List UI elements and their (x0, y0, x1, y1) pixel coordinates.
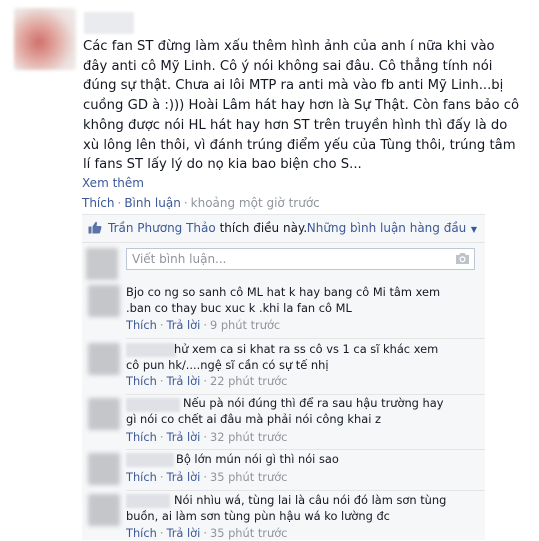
comment-reply-link[interactable]: Trả lời (166, 374, 200, 388)
comment-actions: Thích · Trả lời · 32 phút trước (126, 430, 287, 444)
comment-timestamp[interactable]: 35 phút trước (210, 526, 287, 540)
comment-actions: Thích · Trả lời · 35 phút trước (126, 470, 287, 484)
separator-dot: · (203, 526, 207, 540)
separator-dot: · (203, 430, 207, 444)
top-comments-dropdown[interactable]: Những bình luận hàng đầu ▼ (307, 221, 477, 235)
like-post-link[interactable]: Thích (82, 196, 114, 210)
separator-dot: · (159, 526, 164, 540)
post-timestamp[interactable]: khoảng một giờ trước (191, 196, 320, 210)
liker-name[interactable]: Trần Phương Thảo (108, 221, 216, 235)
separator-dot: · (159, 470, 164, 484)
comment-reply-link[interactable]: Trả lời (166, 430, 200, 444)
post-action-bar: Thích · Bình luận · khoảng một giờ trước (82, 196, 320, 210)
separator-dot: · (203, 318, 207, 332)
separator-dot: · (159, 374, 164, 388)
comment-like-link[interactable]: Thích (126, 374, 157, 388)
commenter-avatar[interactable] (88, 343, 120, 375)
thumbs-up-icon (88, 221, 102, 234)
comment-item: Nói nhìu wá, tùng lai là câu nói đó làm … (82, 491, 485, 541)
comment-text: hử xem ca si khat ra ss cô vs 1 ca sĩ kh… (126, 342, 439, 372)
comment-text: Bộ lớn mún nói gì thì nói sao (176, 452, 339, 466)
viewer-avatar (86, 248, 118, 280)
comment-like-link[interactable]: Thích (126, 318, 157, 332)
comment-timestamp[interactable]: 32 phút trước (210, 430, 287, 444)
comment-like-link[interactable]: Thích (126, 470, 157, 484)
comment-actions: Thích · Trả lời · 9 phút trước (126, 318, 280, 332)
see-more-link[interactable]: Xem thêm (82, 176, 144, 190)
comment-like-link[interactable]: Thích (126, 526, 157, 540)
comment-item: Bộ lớn mún nói gì thì nói sao Thích · Trả … (82, 450, 485, 491)
comment-timestamp[interactable]: 22 phút trước (210, 374, 287, 388)
separator-dot: · (159, 318, 164, 332)
comment-timestamp[interactable]: 35 phút trước (210, 470, 287, 484)
separator-dot: · (159, 430, 164, 444)
comment-text: Nói nhìu wá, tùng lai là câu nói đó làm … (126, 493, 447, 523)
likes-suffix-text: thích điều này. (219, 221, 308, 235)
facebook-post: Các fan ST đừng làm xấu thêm hình ảnh củ… (0, 0, 539, 541)
likes-row: Trần Phương Thảo thích điều này. Những b… (82, 215, 485, 241)
comment-composer (82, 242, 485, 280)
separator-dot: · (183, 196, 188, 210)
comment-text: Bjo co ng so sanh cô ML hat k hay bang c… (126, 285, 441, 315)
comment-input[interactable] (126, 248, 475, 270)
liker-name-link[interactable]: Trần Phương Thảo thích điều này. (108, 221, 307, 235)
comment-like-link[interactable]: Thích (126, 430, 157, 444)
chevron-down-icon: ▼ (468, 225, 477, 234)
post-author-name-blurred[interactable] (84, 12, 134, 34)
comment-item: Bjo co ng so sanh cô ML hat k hay bang c… (82, 280, 485, 340)
comment-item: hử xem ca si khat ra ss cô vs 1 ca sĩ kh… (82, 339, 485, 395)
comment-item: Nếu pà nói đúng thì để ra sau hậu trường… (82, 395, 485, 450)
separator-dot: · (117, 196, 122, 210)
comment-actions: Thích · Trả lời · 35 phút trước (126, 526, 287, 540)
comment-reply-link[interactable]: Trả lời (166, 470, 200, 484)
separator-dot: · (203, 374, 207, 388)
comment-reply-link[interactable]: Trả lời (166, 526, 200, 540)
feedback-section: Trần Phương Thảo thích điều này. Những b… (82, 214, 485, 540)
commenter-avatar[interactable] (88, 285, 120, 317)
top-comments-label[interactable]: Những bình luận hàng đầu (307, 221, 467, 235)
comment-text: Nếu pà nói đúng thì để ra sau hậu trường… (126, 396, 444, 426)
comment-actions: Thích · Trả lời · 22 phút trước (126, 374, 287, 388)
commenter-avatar[interactable] (88, 453, 120, 485)
post-author-avatar[interactable] (14, 8, 76, 70)
comment-reply-link[interactable]: Trả lời (166, 318, 200, 332)
camera-icon[interactable] (455, 252, 470, 265)
comment-post-link[interactable]: Bình luận (124, 196, 181, 210)
commenter-avatar[interactable] (88, 398, 120, 430)
separator-dot: · (203, 470, 207, 484)
commenter-avatar[interactable] (88, 494, 120, 526)
post-body-text: Các fan ST đừng làm xấu thêm hình ảnh củ… (83, 39, 520, 173)
comment-timestamp[interactable]: 9 phút trước (210, 318, 280, 332)
